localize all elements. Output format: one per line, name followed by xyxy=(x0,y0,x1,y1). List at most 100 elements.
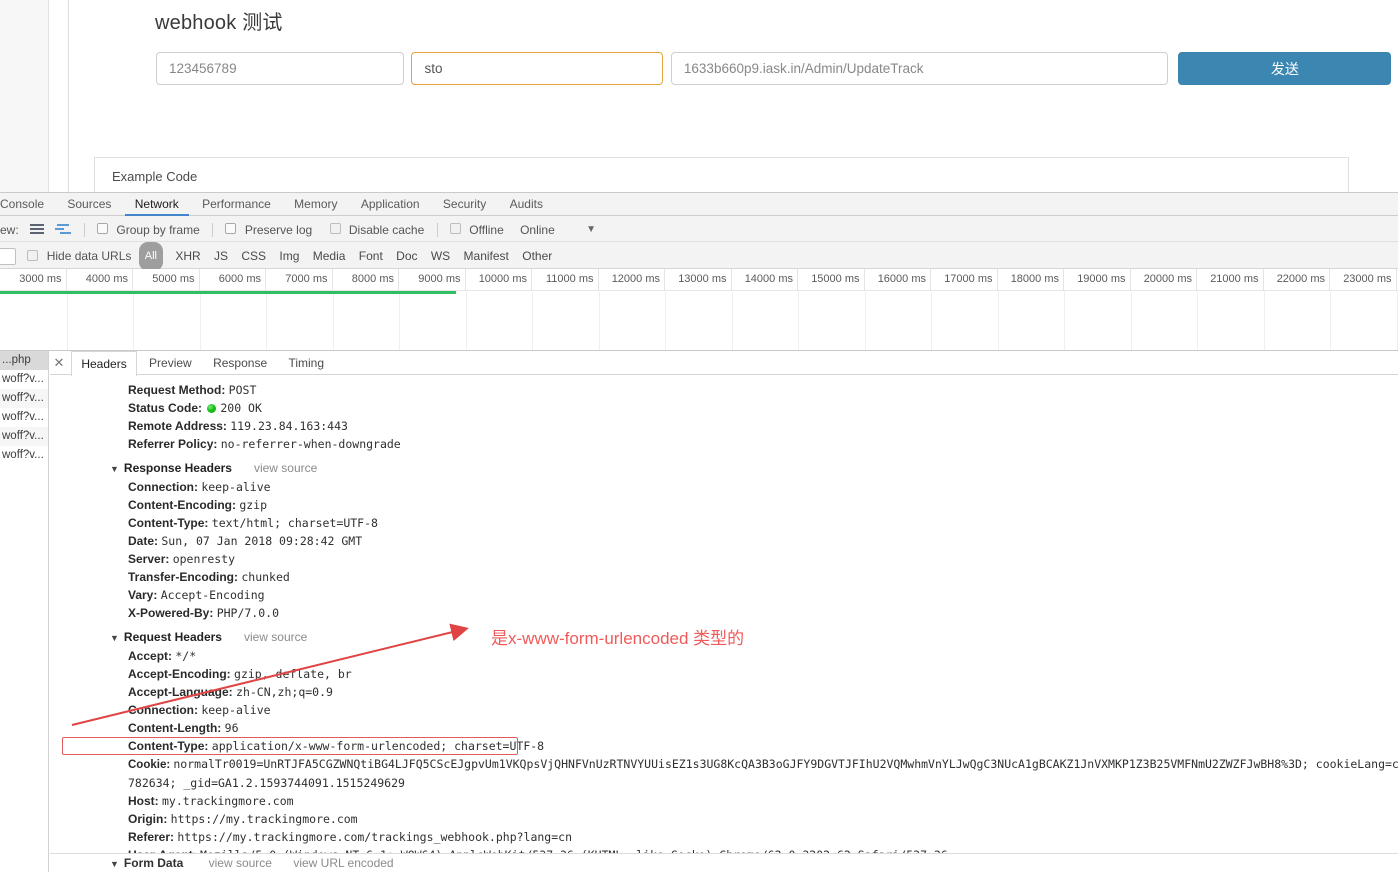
tab-security[interactable]: Security xyxy=(433,193,496,216)
view-source-link[interactable]: view source xyxy=(244,630,307,644)
close-icon[interactable]: ✕ xyxy=(50,351,68,375)
filter-all-button[interactable]: All xyxy=(138,242,163,271)
response-headers-section[interactable]: ▼ Response Headers view source xyxy=(50,459,1398,478)
filter-js[interactable]: JS xyxy=(209,243,233,270)
triangle-down-icon[interactable]: ▼ xyxy=(110,855,119,874)
response-header-row: Date: Sun, 07 Jan 2018 09:28:42 GMT xyxy=(50,532,1398,550)
response-header-row: X-Powered-By: PHP/7.0.0 xyxy=(50,604,1398,622)
carrier-code-input[interactable] xyxy=(411,52,664,85)
section-title: Request Headers xyxy=(123,630,222,644)
response-header-row: Server: openresty xyxy=(50,550,1398,568)
general-header-row: Request Method: POST xyxy=(50,381,1398,399)
network-overview-graph[interactable] xyxy=(0,291,1398,351)
header-key: Origin: xyxy=(128,812,171,826)
filter-other[interactable]: Other xyxy=(517,243,557,270)
timeline-tick: 17000 ms xyxy=(931,269,998,290)
group-by-frame-label[interactable]: Group by frame xyxy=(116,217,199,243)
response-header-row: Connection: keep-alive xyxy=(50,478,1398,496)
webhook-test-form: 发送 xyxy=(156,52,1392,85)
network-filter-bar: Hide data URLs All XHR JS CSS Img Media … xyxy=(0,242,1398,271)
request-list-item[interactable]: ...php xyxy=(0,351,48,370)
request-list-item[interactable]: woff?v... xyxy=(0,370,48,389)
tab-memory[interactable]: Memory xyxy=(284,193,347,216)
header-value: zh-CN,zh;q=0.9 xyxy=(236,685,333,699)
hide-data-urls-label[interactable]: Hide data URLs xyxy=(47,243,132,270)
header-value: PHP/7.0.0 xyxy=(216,606,279,620)
preserve-log-label[interactable]: Preserve log xyxy=(245,217,312,243)
request-list[interactable]: ...php woff?v... woff?v... woff?v... woff?v.… xyxy=(0,351,49,872)
tab-sources[interactable]: Sources xyxy=(57,193,121,216)
disable-cache-checkbox[interactable] xyxy=(329,223,341,235)
detail-tab-headers[interactable]: Headers xyxy=(71,351,137,376)
filter-font[interactable]: Font xyxy=(354,243,388,270)
toolbar-divider-2 xyxy=(212,222,214,237)
overview-gridline xyxy=(332,291,334,350)
filter-img[interactable]: Img xyxy=(274,243,304,270)
tab-console[interactable]: Console xyxy=(0,193,54,216)
filter-ws[interactable]: WS xyxy=(426,243,455,270)
timeline-tick: 20000 ms xyxy=(1131,269,1197,290)
tab-audits[interactable]: Audits xyxy=(500,193,553,216)
tab-network[interactable]: Network xyxy=(124,193,189,216)
timeline-tick: 5000 ms xyxy=(133,269,200,290)
header-value: Accept-Encoding xyxy=(160,588,265,602)
online-throttle-label[interactable]: Online xyxy=(520,217,555,243)
overview-gridline xyxy=(465,291,467,350)
request-list-item[interactable]: woff?v... xyxy=(0,408,48,427)
filter-manifest[interactable]: Manifest xyxy=(459,243,514,270)
tracking-number-input[interactable] xyxy=(156,52,404,85)
send-button[interactable]: 发送 xyxy=(1178,52,1392,85)
filter-media[interactable]: Media xyxy=(308,243,351,270)
filter-doc[interactable]: Doc xyxy=(391,243,422,270)
page-left-gutter-inner xyxy=(50,0,69,192)
general-header-row: Status Code: 200 OK xyxy=(50,399,1398,417)
offline-label[interactable]: Offline xyxy=(469,217,503,243)
overview-gridline xyxy=(1130,291,1132,350)
header-value: normalTr0019=UnRTJFA5CGZWNQtiBG4LJFQ5CSc… xyxy=(173,757,1398,771)
header-key: Content-Type: xyxy=(128,739,212,753)
disable-cache-label[interactable]: Disable cache xyxy=(349,217,424,243)
waterfall-view-icon[interactable] xyxy=(55,224,72,235)
list-view-icon[interactable] xyxy=(30,224,45,235)
cookie-line-2: 782634; _gid=GA1.2.1593744091.1515249629 xyxy=(128,776,405,790)
form-data-view-url-encoded[interactable]: view URL encoded xyxy=(293,856,393,870)
chevron-down-icon[interactable]: ▼ xyxy=(586,217,596,243)
request-list-item[interactable]: woff?v... xyxy=(0,389,48,408)
header-key: Cookie: xyxy=(128,759,174,771)
filter-xhr[interactable]: XHR xyxy=(170,243,205,270)
offline-checkbox[interactable] xyxy=(449,223,461,235)
tab-performance[interactable]: Performance xyxy=(192,193,281,216)
tab-application[interactable]: Application xyxy=(351,193,430,216)
group-by-frame-checkbox[interactable] xyxy=(97,223,109,235)
timeline-tick: 14000 ms xyxy=(732,269,798,290)
header-value: https://my.trackingmore.com xyxy=(170,812,358,826)
filter-input[interactable] xyxy=(0,248,16,265)
filter-css[interactable]: CSS xyxy=(236,243,271,270)
detail-tab-timing[interactable]: Timing xyxy=(279,351,333,375)
cookie-header-row: Cookie: normalTr0019=UnRTJFA5CGZWNQtiBG4… xyxy=(50,755,1398,792)
header-key: Server: xyxy=(128,552,173,566)
detail-tab-preview[interactable]: Preview xyxy=(140,351,201,375)
timeline-tick: 6000 ms xyxy=(200,269,266,290)
triangle-down-icon[interactable]: ▼ xyxy=(110,460,119,479)
detail-tab-response[interactable]: Response xyxy=(204,351,276,375)
triangle-down-icon[interactable]: ▼ xyxy=(110,629,119,648)
form-data-section[interactable]: ▼ Form Data view source view URL encoded xyxy=(50,853,1398,872)
overview-gridline xyxy=(665,291,666,350)
example-code-label: Example Code xyxy=(112,169,198,184)
timeline-tick: 13000 ms xyxy=(665,269,732,290)
hide-data-urls-checkbox[interactable] xyxy=(27,250,39,261)
request-list-item[interactable]: woff?v... xyxy=(0,427,48,446)
header-value: https://my.trackingmore.com/trackings_we… xyxy=(177,830,573,844)
request-header-row: Connection: keep-alive xyxy=(50,701,1398,719)
timeline-tick: 12000 ms xyxy=(599,269,665,290)
overview-gridline xyxy=(731,291,733,350)
callback-url-input[interactable] xyxy=(670,52,1168,85)
detail-tabbar: ✕ Headers Preview Response Timing xyxy=(50,351,1398,376)
request-list-item[interactable]: woff?v... xyxy=(0,446,48,465)
overview-gridline xyxy=(1263,291,1265,350)
preserve-log-checkbox[interactable] xyxy=(225,223,237,235)
form-data-view-source[interactable]: view source xyxy=(209,856,272,870)
timeline-tick: 19000 ms xyxy=(1064,269,1131,290)
view-source-link[interactable]: view source xyxy=(254,461,317,475)
